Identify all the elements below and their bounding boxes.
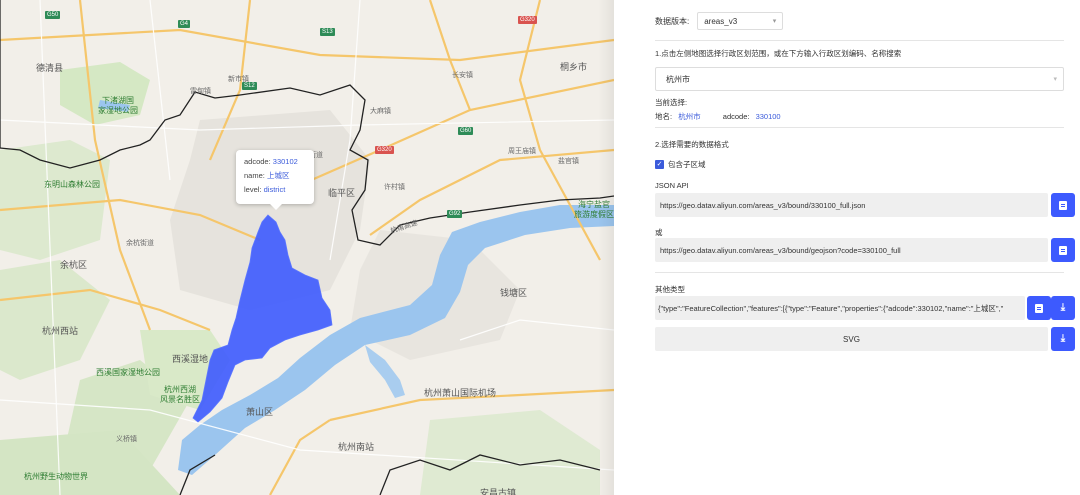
map-label: 余杭街道 [126, 240, 154, 247]
map-label: 安昌古镇 [480, 488, 517, 495]
json-api-label: JSON API [655, 181, 689, 190]
city-select[interactable]: 杭州市 ▾ [655, 67, 1064, 91]
download-icon: ⤓ [1060, 302, 1066, 313]
hills-area [420, 410, 600, 495]
place-value[interactable]: 杭州市 [678, 112, 701, 121]
map-label-poi: 西溪国家湿地公园 [96, 368, 160, 377]
current-selection-label: 当前选择: [655, 98, 688, 107]
tooltip-level-label: level: [244, 185, 262, 194]
control-panel: 数据版本: areas_v3 ▾ 1.点击左侧地图选择行政区划范围，或在下方输入… [614, 0, 1080, 495]
road-badge: G50 [45, 11, 61, 19]
road-badge: S13 [320, 28, 335, 36]
checkbox-checked-icon[interactable]: ✓ [655, 160, 664, 169]
copy-icon [1035, 303, 1043, 313]
version-label: 数据版本: [655, 16, 690, 26]
map-label: 杭州西站 [42, 326, 79, 336]
map-label: 杭州南站 [338, 442, 375, 452]
json-api-url-field[interactable]: https://geo.datav.aliyun.com/areas_v3/bo… [655, 193, 1048, 217]
place-label: 地名: [655, 112, 673, 121]
copy-icon [1059, 245, 1067, 255]
road-badge: G320 [375, 146, 394, 154]
map-label: 大麻镇 [370, 108, 391, 115]
divider [655, 127, 1064, 128]
copy-geojson-url-button[interactable] [1051, 238, 1075, 262]
copy-icon [1059, 200, 1067, 210]
copy-json-api-button[interactable] [1051, 193, 1075, 217]
or-label: 或 [655, 228, 663, 237]
map-label: 许村镇 [384, 184, 405, 191]
svg-field[interactable]: SVG [655, 327, 1048, 351]
forest-area [0, 140, 110, 260]
map-label: 西溪湿地 [172, 354, 209, 364]
map-label: 义桥镇 [116, 436, 137, 443]
map-label: 桐乡市 [560, 62, 588, 72]
road-badge: G92 [447, 210, 463, 218]
geojson-text-field[interactable]: {"type":"FeatureCollection","features":[… [655, 296, 1025, 320]
chevron-down-icon: ▾ [772, 18, 777, 25]
city-select-value: 杭州市 [666, 74, 690, 84]
map-label: 长安镇 [452, 72, 473, 79]
tooltip-adcode-label: adcode: [244, 157, 271, 166]
geojson-url-field[interactable]: https://geo.datav.aliyun.com/areas_v3/bo… [655, 238, 1048, 262]
version-row: 数据版本: areas_v3 ▾ [655, 12, 784, 30]
version-value: areas_v3 [704, 16, 738, 26]
include-subregions-row[interactable]: ✓ 包含子区域 [655, 159, 706, 170]
tooltip-level-row: level: district [244, 183, 306, 197]
app-root: G50 G320 G320 G92 G60 S13 G4 S12 德清县 下渚湖… [0, 0, 1080, 495]
include-subregions-label: 包含子区域 [668, 160, 706, 169]
road-badge: G60 [458, 127, 474, 135]
download-svg-button[interactable]: ⤓ [1051, 327, 1075, 351]
tooltip-name-row: name: 上城区 [244, 169, 306, 183]
tooltip-adcode-value: 330102 [272, 157, 298, 166]
map-view[interactable]: G50 G320 G320 G92 G60 S13 G4 S12 德清县 下渚湖… [0, 0, 614, 495]
copy-geojson-text-button[interactable] [1027, 296, 1051, 320]
divider [655, 272, 1064, 273]
map-label: 钱塘区 [500, 288, 528, 298]
divider [655, 40, 1064, 41]
map-label: 临平区 [328, 188, 356, 198]
map-label: 萧山区 [246, 407, 274, 417]
step2-instruction: 2.选择需要的数据格式 [655, 140, 729, 149]
download-icon: ⤓ [1060, 333, 1066, 344]
tooltip-adcode-row: adcode: 330102 [244, 155, 306, 169]
map-label-poi: 东明山森林公园 [44, 180, 100, 189]
map-label: 盐官镇 [558, 158, 579, 165]
map-canvas[interactable] [0, 0, 614, 495]
map-label: 杭州萧山国际机场 [424, 388, 497, 398]
district-tooltip: adcode: 330102 name: 上城区 level: district [236, 150, 314, 210]
tooltip-name-value: 上城区 [266, 171, 290, 180]
map-label-poi: 下渚湖国 家湿地公园 [98, 96, 138, 115]
current-selection-row: 地名: 杭州市 adcode: 330100 [655, 111, 781, 122]
adcode-value[interactable]: 330100 [756, 112, 781, 121]
other-types-label: 其他类型 [655, 285, 685, 294]
map-label-poi: 杭州西湖 风景名胜区 [160, 385, 200, 404]
map-label: 新市镇 [228, 76, 249, 83]
map-label: 周王庙镇 [508, 148, 536, 155]
map-label: 德清县 [36, 63, 64, 73]
tooltip-level-value: district [263, 185, 286, 194]
map-label: 雷甸镇 [190, 88, 211, 95]
map-edge-shadow [598, 0, 614, 495]
version-select[interactable]: areas_v3 ▾ [697, 12, 784, 30]
road-badge: G320 [518, 16, 537, 24]
map-label: 余杭区 [60, 260, 88, 270]
step1-instruction: 1.点击左侧地图选择行政区划范围，或在下方输入行政区划编码、名称搜索 [655, 49, 902, 58]
map-label-poi: 杭州野生动物世界 [24, 472, 88, 481]
adcode-label: adcode: [722, 112, 750, 121]
chevron-down-icon: ▾ [1053, 76, 1057, 83]
download-geojson-button[interactable]: ⤓ [1051, 296, 1075, 320]
road-badge: G4 [178, 20, 191, 28]
tooltip-name-label: name: [244, 171, 265, 180]
